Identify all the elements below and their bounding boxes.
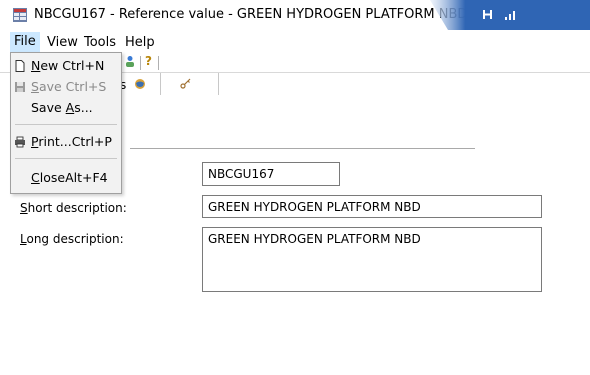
help-icon[interactable]: ? xyxy=(145,54,152,68)
menu-item-save[interactable]: Save Ctrl+S xyxy=(11,77,121,97)
long-description-label: Long description: xyxy=(20,232,124,246)
toolbar-separator xyxy=(140,56,141,70)
menu-tools[interactable]: Tools xyxy=(81,35,119,50)
save-as-mnemonic: A xyxy=(65,100,75,115)
key-icon[interactable] xyxy=(180,77,192,89)
new-document-icon xyxy=(15,60,25,72)
app-icon xyxy=(13,8,27,22)
file-menu-dropdown: New Ctrl+N Save Ctrl+S Save As... Print.… xyxy=(10,52,122,194)
globe-icon[interactable] xyxy=(134,78,146,90)
menu-item-new[interactable]: New Ctrl+N xyxy=(11,56,121,76)
close-mnemonic: C xyxy=(31,170,40,185)
title-bar: NBCGU167 - Reference value - GREEN HYDRO… xyxy=(0,0,590,30)
signal-bars-icon xyxy=(505,11,515,20)
new-shortcut: Ctrl+N xyxy=(62,58,105,73)
link-h-icon xyxy=(483,10,492,19)
save-icon xyxy=(15,82,25,92)
menu-view[interactable]: View xyxy=(44,35,81,50)
new-label: ew xyxy=(40,58,59,73)
save-as-suffix: s... xyxy=(74,100,93,115)
connection-indicator xyxy=(430,0,590,30)
tab-separator xyxy=(218,73,219,95)
short-description-field[interactable]: GREEN HYDROGEN PLATFORM NBD xyxy=(202,195,542,218)
menu-help[interactable]: Help xyxy=(122,35,158,50)
close-shortcut: Alt+F4 xyxy=(65,170,108,185)
menu-file[interactable]: File xyxy=(10,32,40,52)
close-label: lose xyxy=(39,170,66,185)
menu-item-save-as[interactable]: Save As... xyxy=(11,98,121,118)
short-label-mnemonic: S xyxy=(20,201,28,215)
printer-icon xyxy=(15,136,25,148)
menu-item-print[interactable]: Print...Ctrl+P xyxy=(11,132,121,152)
users-icon[interactable] xyxy=(124,55,136,68)
short-description-label: Short description: xyxy=(20,201,127,215)
menu-separator xyxy=(15,124,117,125)
window-title: NBCGU167 - Reference value - GREEN HYDRO… xyxy=(34,7,468,22)
long-label-text: ong description: xyxy=(26,232,124,246)
menu-item-close[interactable]: CloseAlt+F4 xyxy=(11,168,121,188)
menu-bar: File View Tools Help xyxy=(0,32,590,52)
save-as-prefix: Save xyxy=(31,100,66,115)
save-shortcut: Ctrl+S xyxy=(65,79,107,94)
print-label: rint... xyxy=(38,134,72,149)
long-description-field[interactable]: GREEN HYDROGEN PLATFORM NBD xyxy=(202,227,542,292)
save-label: ave xyxy=(38,79,62,94)
save-mnemonic: S xyxy=(31,79,39,94)
toolbar-separator xyxy=(158,56,159,70)
new-mnemonic: N xyxy=(31,58,41,73)
section-divider xyxy=(130,148,475,149)
tab-separator xyxy=(160,73,161,95)
menu-separator xyxy=(15,158,117,159)
print-shortcut: Ctrl+P xyxy=(71,134,112,149)
short-label-text: hort description: xyxy=(27,201,127,215)
code-field[interactable]: NBCGU167 xyxy=(202,162,340,186)
